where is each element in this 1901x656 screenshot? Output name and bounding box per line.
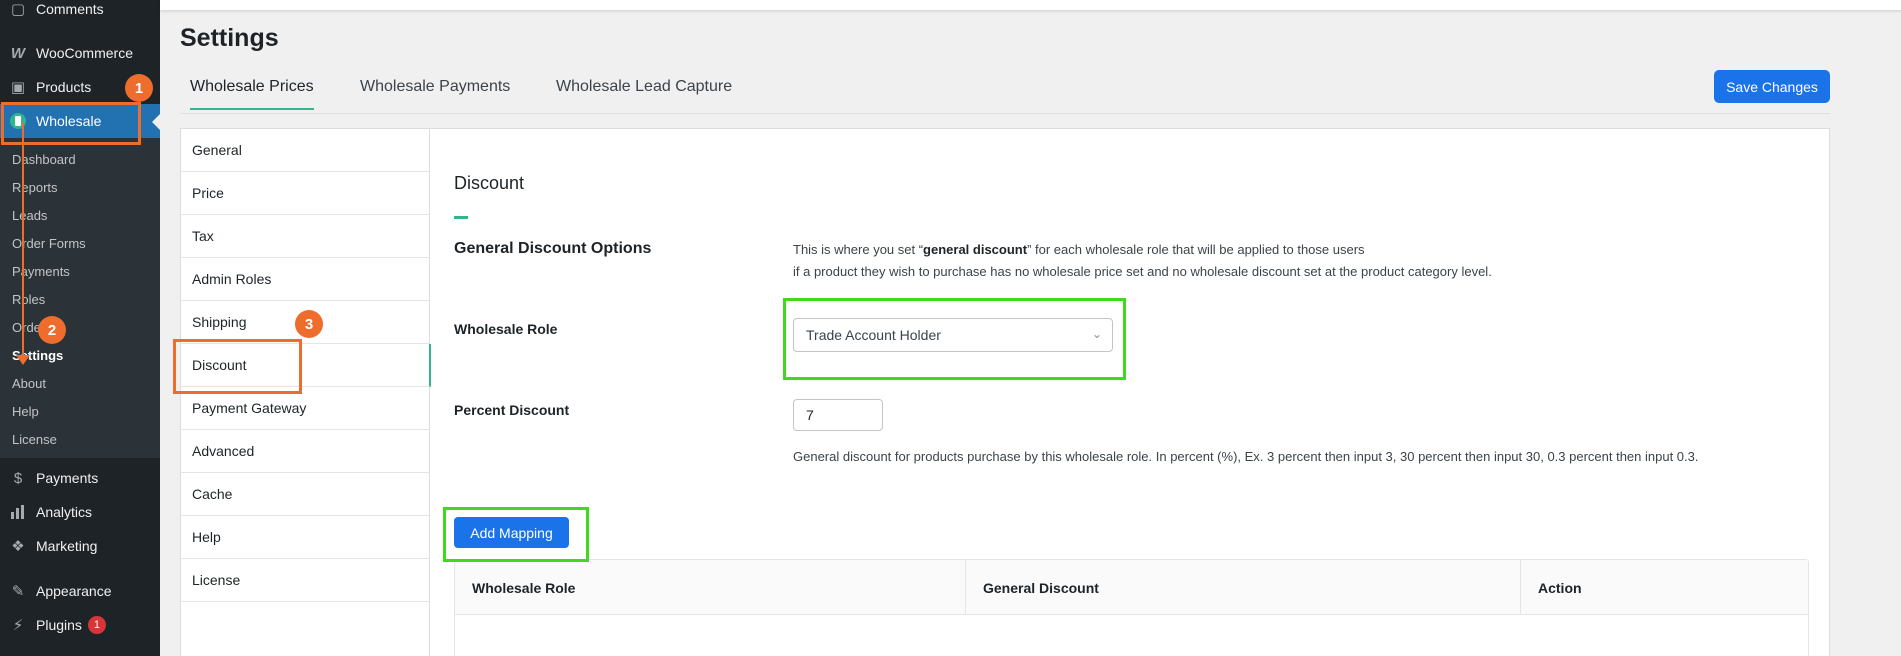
menu-item-marketing[interactable]: ❖ Marketing — [0, 529, 160, 563]
wholesale-role-label: Wholesale Role — [454, 321, 558, 337]
general-discount-description: This is where you set “general discount”… — [793, 242, 1365, 257]
menu-item-woocommerce[interactable]: W WooCommerce — [0, 36, 160, 70]
paintbrush-icon: ✎ — [11, 583, 25, 600]
submenu-payments[interactable]: Payments — [12, 264, 70, 279]
nav-item-admin-roles[interactable]: Admin Roles — [181, 258, 430, 301]
discount-settings-content: Discount General Discount Options This i… — [430, 129, 1830, 656]
menu-label: Marketing — [36, 538, 98, 554]
nav-item-tax[interactable]: Tax — [181, 215, 430, 258]
admin-top-strip — [160, 0, 1901, 10]
page-title: Settings — [180, 24, 279, 52]
menu-item-plugins[interactable]: ⚡ Plugins 1 — [0, 608, 160, 642]
discount-mapping-table: Wholesale Role General Discount Action — [454, 559, 1809, 656]
current-menu-arrow — [152, 114, 160, 130]
nav-item-license[interactable]: License — [181, 559, 430, 602]
percent-discount-help: General discount for products purchase b… — [793, 449, 1699, 464]
tab-wholesale-lead-capture[interactable]: Wholesale Lead Capture — [556, 78, 732, 108]
nav-item-cache[interactable]: Cache — [181, 473, 430, 516]
dollar-icon: $ — [13, 469, 23, 487]
wholesale-submenu: Dashboard Reports Leads Order Forms Paym… — [0, 138, 160, 458]
submenu-help[interactable]: Help — [12, 404, 39, 419]
tab-wholesale-prices[interactable]: Wholesale Prices — [190, 78, 314, 110]
menu-label: Comments — [36, 1, 104, 17]
desc-text: This is where you set “ — [793, 242, 924, 257]
add-mapping-highlight — [443, 507, 589, 562]
percent-discount-label: Percent Discount — [454, 402, 570, 418]
settings-tabs: Wholesale Prices Wholesale Payments Whol… — [180, 70, 1830, 114]
step-badge-1: 1 — [125, 74, 153, 102]
menu-label: Analytics — [36, 504, 93, 520]
percent-discount-input[interactable] — [793, 399, 883, 431]
column-header-action: Action — [1520, 560, 1808, 615]
general-discount-description-line2: if a product they wish to purchase has n… — [793, 264, 1492, 279]
nav-item-price[interactable]: Price — [181, 172, 430, 215]
column-header-general-discount: General Discount — [965, 560, 1520, 615]
submenu-about[interactable]: About — [12, 376, 46, 391]
submenu-reports[interactable]: Reports — [12, 180, 58, 195]
discount-nav-highlight — [173, 339, 302, 394]
desc-text: ” for each wholesale role that will be a… — [1027, 242, 1365, 257]
submenu-license[interactable]: License — [12, 432, 57, 447]
desc-bold-text: general discount — [923, 242, 1028, 257]
menu-label: Plugins — [36, 617, 82, 633]
nav-item-advanced[interactable]: Advanced — [181, 430, 430, 473]
menu-item-appearance[interactable]: ✎ Appearance — [0, 574, 160, 608]
woocommerce-icon: W — [10, 44, 26, 62]
menu-label: Appearance — [36, 583, 112, 599]
submenu-orders[interactable]: Orde — [12, 320, 41, 335]
submenu-leads[interactable]: Leads — [12, 208, 47, 223]
settings-panel: General Price Tax Admin Roles Shipping D… — [180, 128, 1830, 656]
step-arrow-line — [22, 123, 24, 359]
menu-label: Payments — [36, 470, 99, 486]
update-count-badge: 1 — [87, 616, 106, 634]
step-badge-3: 3 — [295, 310, 323, 338]
step-arrow-head — [16, 355, 30, 365]
nav-item-help[interactable]: Help — [181, 516, 430, 559]
section-title-accent — [454, 216, 468, 219]
menu-item-payments[interactable]: $ Payments — [0, 461, 160, 495]
table-header-row: Wholesale Role General Discount Action — [455, 560, 1808, 615]
tab-wholesale-payments[interactable]: Wholesale Payments — [360, 78, 510, 108]
section-title: Discount — [454, 173, 525, 193]
general-discount-options-heading: General Discount Options — [454, 240, 652, 257]
menu-label: WooCommerce — [36, 45, 133, 61]
megaphone-icon: ❖ — [11, 538, 25, 555]
plugin-icon: ⚡ — [12, 617, 24, 634]
wholesale-role-highlight — [783, 298, 1126, 380]
save-changes-button[interactable]: Save Changes — [1714, 70, 1830, 103]
nav-item-general[interactable]: General — [181, 129, 430, 172]
comment-icon: ▢ — [10, 1, 26, 18]
menu-item-analytics[interactable]: Analytics — [0, 495, 160, 529]
submenu-roles[interactable]: Roles — [12, 292, 45, 307]
menu-label: Products — [36, 79, 92, 95]
step-badge-2: 2 — [38, 316, 66, 344]
column-header-wholesale-role: Wholesale Role — [472, 579, 576, 596]
menu-item-comments[interactable]: ▢ Comments — [0, 0, 160, 26]
archive-icon: ▣ — [10, 79, 26, 96]
chart-bar-icon — [8, 502, 28, 522]
